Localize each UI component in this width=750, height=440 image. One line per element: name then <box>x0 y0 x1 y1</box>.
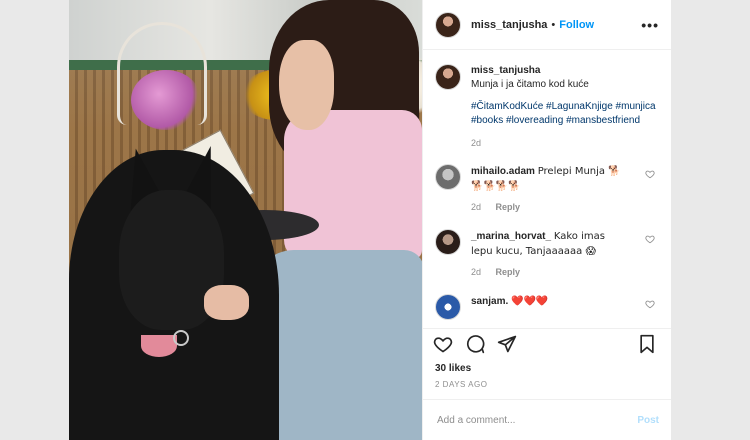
heart-icon[interactable] <box>431 332 455 356</box>
caption-text: Munja i ja čitamo kod kuće <box>471 79 589 90</box>
comments-list[interactable]: miss_tanjusha Munja i ja čitamo kod kuće… <box>423 50 671 328</box>
comment-text: ❤️❤️❤️ <box>511 296 549 307</box>
post-side-panel: miss_tanjusha • Follow ••• miss_tanjusha… <box>422 0 671 440</box>
author-username[interactable]: miss_tanjusha <box>471 19 547 31</box>
commenter-avatar[interactable] <box>435 164 461 190</box>
separator-dot: • <box>551 18 556 31</box>
instagram-post: miss_tanjusha • Follow ••• miss_tanjusha… <box>69 0 671 440</box>
comment-item: mihailo.adam Prelepi Munja 🐕 🐕🐕🐕🐕 2d Rep… <box>435 164 659 215</box>
caption-avatar[interactable] <box>435 64 461 90</box>
commenter-avatar[interactable] <box>435 294 461 320</box>
follow-button[interactable]: Follow <box>559 19 594 31</box>
comment-item: sanjam. ❤️❤️❤️ <box>435 294 659 320</box>
bookmark-icon[interactable] <box>635 332 659 356</box>
post-comment-button[interactable]: Post <box>637 415 659 426</box>
share-icon[interactable] <box>495 332 519 356</box>
comment-age: 2d <box>471 202 482 212</box>
commenter-username[interactable]: _marina_horvat_ <box>471 231 551 242</box>
post-header: miss_tanjusha • Follow ••• <box>423 0 671 50</box>
caption-hashtags[interactable]: #ČitamKodKuće #LagunaKnjige #munjica #bo… <box>471 100 659 128</box>
commenter-avatar[interactable] <box>435 229 461 255</box>
comment-input[interactable] <box>435 413 638 427</box>
reply-button[interactable]: Reply <box>496 202 521 212</box>
more-dots-icon[interactable]: ••• <box>641 17 659 33</box>
commenter-username[interactable]: mihailo.adam <box>471 166 535 177</box>
add-comment-bar: Post <box>423 400 671 440</box>
likes-count[interactable]: 30 likes <box>423 359 671 374</box>
comment-age: 2d <box>471 267 482 277</box>
comment-item: _marina_horvat_ Kako imas lepu kucu, Tan… <box>435 229 659 280</box>
comment-like-heart-icon[interactable] <box>645 234 655 244</box>
caption: miss_tanjusha Munja i ja čitamo kod kuće… <box>435 64 659 150</box>
caption-username[interactable]: miss_tanjusha <box>471 64 659 78</box>
post-photo[interactable] <box>69 0 422 440</box>
comment-like-heart-icon[interactable] <box>645 299 655 309</box>
caption-age: 2d <box>471 138 482 148</box>
reply-button[interactable]: Reply <box>496 267 521 277</box>
comment-like-heart-icon[interactable] <box>645 169 655 179</box>
author-avatar[interactable] <box>435 11 461 38</box>
commenter-username[interactable]: sanjam. <box>471 296 508 307</box>
comment-icon[interactable] <box>463 332 487 356</box>
post-actions <box>423 328 671 359</box>
posted-time: 2 DAYS AGO <box>423 374 671 400</box>
